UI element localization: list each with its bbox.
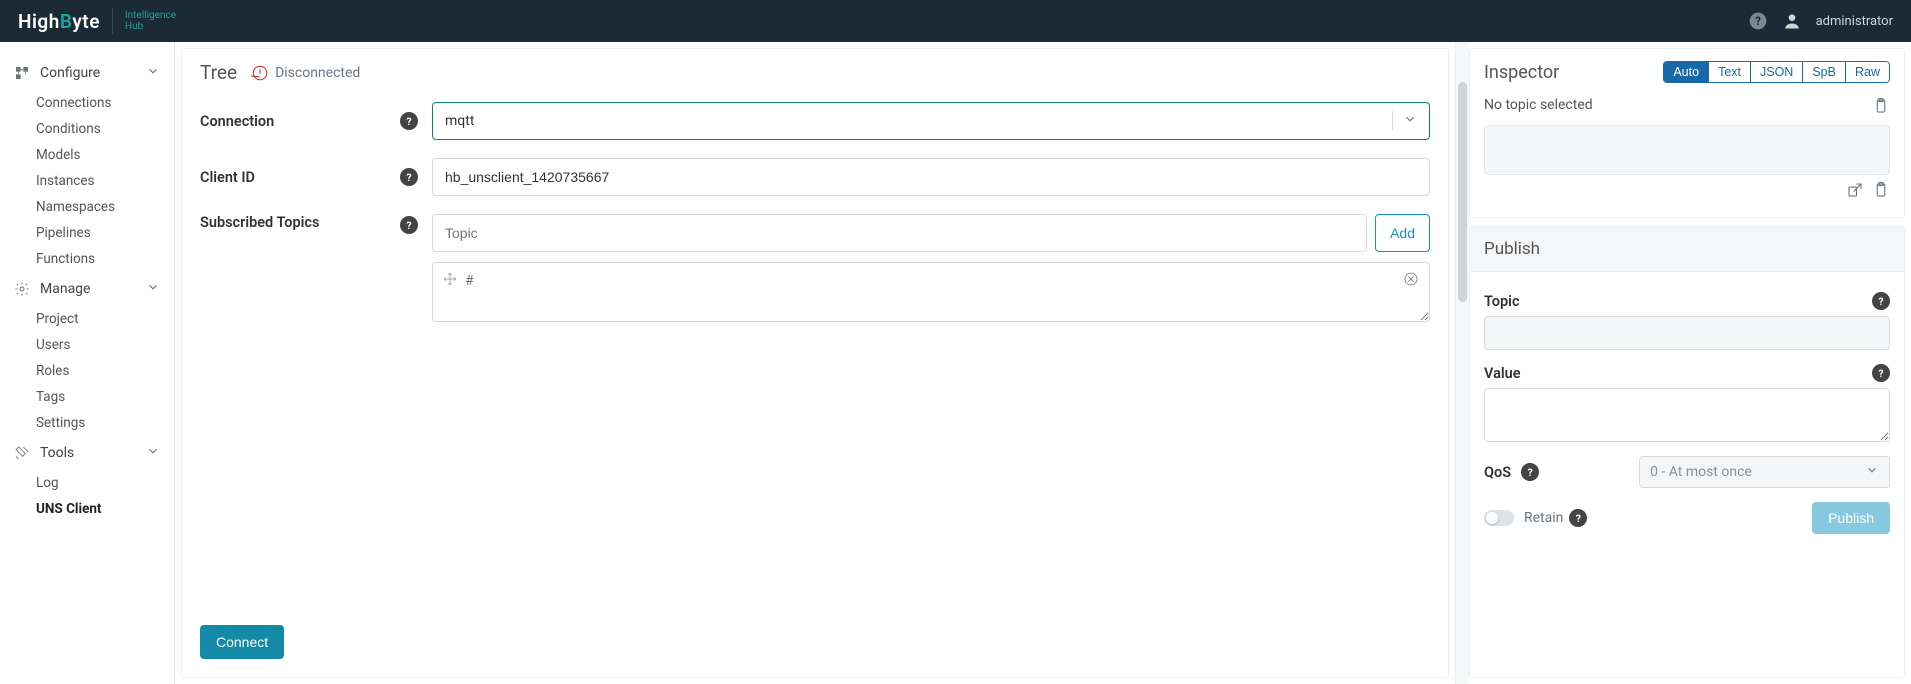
inspector-content	[1484, 125, 1890, 175]
clipboard-icon[interactable]	[1872, 181, 1890, 203]
publish-value-label: Value	[1484, 365, 1521, 382]
qos-label: QoS	[1484, 464, 1511, 481]
qos-select[interactable]: 0 - At most once	[1639, 456, 1890, 488]
brand-accent: B	[60, 10, 73, 33]
help-icon[interactable]: ?	[400, 168, 418, 186]
sidebar-item-conditions[interactable]: Conditions	[36, 116, 174, 142]
move-icon[interactable]	[443, 272, 457, 290]
gear-icon	[14, 281, 30, 297]
inspector-title: Inspector	[1484, 62, 1559, 83]
client-id-label: Client ID	[200, 169, 400, 186]
publish-title: Publish	[1470, 227, 1904, 272]
sidebar: Configure Connections Conditions Models …	[0, 42, 175, 684]
sidebar-item-log[interactable]: Log	[36, 470, 174, 496]
app-header: HighByte Intelligence Hub ? administrato…	[0, 0, 1911, 42]
sidebar-item-functions[interactable]: Functions	[36, 246, 174, 272]
brand-subtitle: Intelligence Hub	[125, 10, 176, 32]
help-icon[interactable]: ?	[1872, 292, 1890, 310]
qos-select-value: 0 - At most once	[1650, 464, 1865, 480]
connection-status-text: Disconnected	[275, 65, 360, 81]
right-panel: Inspector Auto Text JSON SpB Raw No topi…	[1469, 42, 1911, 684]
center-panel: Tree Disconnected Connection ? mqtt	[175, 42, 1469, 684]
sidebar-item-pipelines[interactable]: Pipelines	[36, 220, 174, 246]
alert-icon	[251, 64, 269, 82]
help-icon[interactable]: ?	[1569, 509, 1587, 527]
publish-topic-label: Topic	[1484, 293, 1520, 310]
user-icon[interactable]	[1782, 11, 1802, 31]
help-icon[interactable]: ?	[400, 112, 418, 130]
brand-sub-2: Hub	[125, 21, 176, 32]
sidebar-group-configure-label: Configure	[40, 65, 100, 81]
chevron-down-icon	[1403, 112, 1417, 130]
sidebar-item-models[interactable]: Models	[36, 142, 174, 168]
chevron-down-icon	[146, 444, 160, 462]
tab-text[interactable]: Text	[1709, 62, 1751, 82]
topic-list: #	[432, 262, 1430, 322]
connection-select-value: mqtt	[445, 113, 1382, 129]
sidebar-group-tools[interactable]: Tools	[0, 436, 174, 470]
help-icon[interactable]: ?	[1872, 364, 1890, 382]
publish-topic-input[interactable]	[1484, 316, 1890, 350]
brand: HighByte Intelligence Hub	[18, 8, 176, 34]
help-icon[interactable]: ?	[1748, 11, 1768, 31]
connect-button[interactable]: Connect	[200, 625, 284, 659]
scrollbar-thumb[interactable]	[1458, 82, 1467, 302]
sidebar-item-tags[interactable]: Tags	[36, 384, 174, 410]
open-external-icon[interactable]	[1846, 181, 1864, 203]
connection-select[interactable]: mqtt	[432, 102, 1430, 140]
sidebar-group-configure[interactable]: Configure	[0, 56, 174, 90]
configure-icon	[14, 65, 30, 81]
topic-input[interactable]	[432, 214, 1367, 252]
sidebar-group-manage-label: Manage	[40, 281, 90, 297]
svg-text:?: ?	[1755, 14, 1761, 28]
tab-auto[interactable]: Auto	[1664, 62, 1709, 82]
brand-post: yte	[72, 10, 100, 33]
sidebar-group-manage[interactable]: Manage	[0, 272, 174, 306]
inspector-empty-msg: No topic selected	[1484, 97, 1593, 113]
sidebar-item-roles[interactable]: Roles	[36, 358, 174, 384]
tab-spb[interactable]: SpB	[1803, 62, 1846, 82]
publish-button[interactable]: Publish	[1812, 502, 1890, 534]
clipboard-icon[interactable]	[1872, 97, 1890, 119]
subscribed-topics-label: Subscribed Topics	[200, 214, 400, 231]
chevron-down-icon	[1865, 463, 1879, 481]
client-id-input[interactable]	[432, 158, 1430, 196]
sidebar-item-settings[interactable]: Settings	[36, 410, 174, 436]
help-icon[interactable]: ?	[1521, 463, 1539, 481]
retain-label: Retain	[1524, 510, 1563, 526]
tools-icon	[14, 445, 30, 461]
publish-card: Publish Topic ? Value ? QoS ? 0 - At mos…	[1469, 226, 1905, 678]
sidebar-item-uns-client[interactable]: UNS Client	[36, 496, 174, 522]
sidebar-item-namespaces[interactable]: Namespaces	[36, 194, 174, 220]
chevron-down-icon	[146, 280, 160, 298]
brand-separator	[112, 8, 113, 34]
sidebar-item-connections[interactable]: Connections	[36, 90, 174, 116]
brand-pre: High	[18, 10, 60, 33]
inspector-tabs: Auto Text JSON SpB Raw	[1663, 61, 1890, 83]
sidebar-item-project[interactable]: Project	[36, 306, 174, 332]
retain-toggle[interactable]	[1484, 510, 1514, 526]
tab-json[interactable]: JSON	[1751, 62, 1803, 82]
user-label[interactable]: administrator	[1816, 14, 1893, 29]
remove-topic-icon[interactable]	[1403, 271, 1419, 291]
topic-item[interactable]: #	[443, 271, 1419, 291]
sidebar-item-users[interactable]: Users	[36, 332, 174, 358]
topic-item-text: #	[465, 273, 474, 289]
connection-status: Disconnected	[251, 64, 360, 82]
publish-value-input[interactable]	[1484, 388, 1890, 442]
connection-label: Connection	[200, 113, 400, 130]
add-topic-button[interactable]: Add	[1375, 214, 1430, 252]
brand-logo: HighByte	[18, 10, 100, 33]
inspector-card: Inspector Auto Text JSON SpB Raw No topi…	[1469, 48, 1905, 218]
sidebar-group-tools-label: Tools	[40, 445, 74, 461]
tree-title: Tree	[200, 61, 237, 84]
help-icon[interactable]: ?	[400, 216, 418, 234]
tab-raw[interactable]: Raw	[1846, 62, 1889, 82]
scrollbar[interactable]	[1455, 42, 1469, 684]
sidebar-item-instances[interactable]: Instances	[36, 168, 174, 194]
chevron-down-icon	[146, 64, 160, 82]
brand-sub-1: Intelligence	[125, 10, 176, 21]
